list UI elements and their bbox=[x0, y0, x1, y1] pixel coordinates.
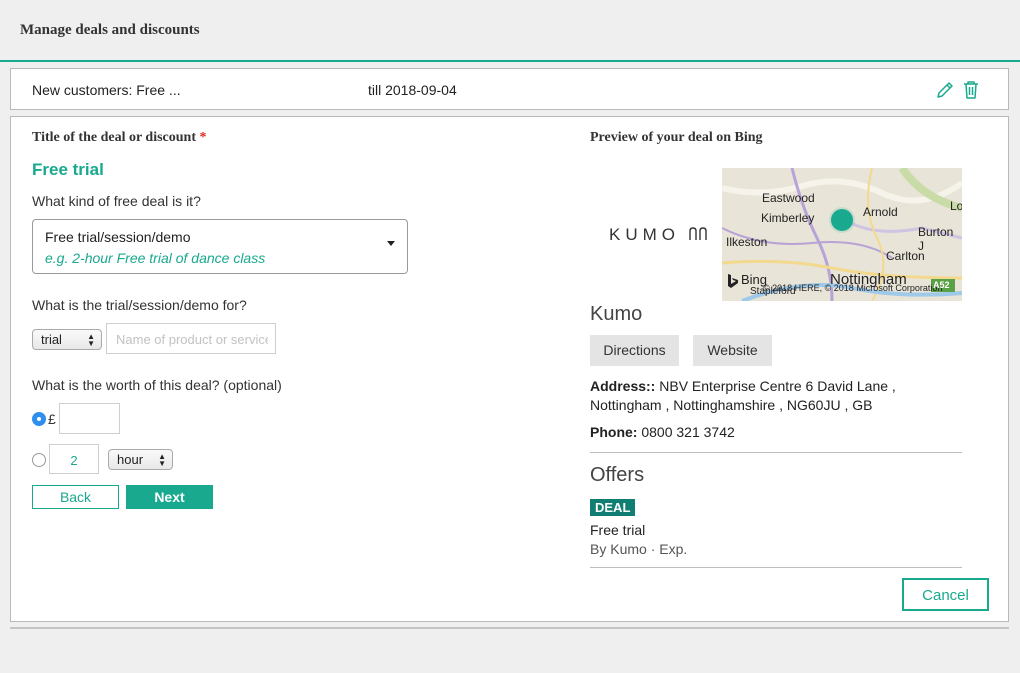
business-name: Kumo bbox=[590, 303, 643, 325]
duration-unit-value: hour bbox=[117, 452, 144, 467]
logo-mark-icon bbox=[689, 227, 707, 240]
trash-icon[interactable] bbox=[962, 80, 980, 100]
worth-currency-radio[interactable] bbox=[32, 412, 46, 426]
website-button[interactable]: Website bbox=[693, 335, 772, 366]
phone-label: Phone: bbox=[590, 424, 638, 440]
phone-value: 0800 321 3742 bbox=[641, 424, 735, 440]
deal-kind-hint: e.g. 2-hour Free trial of dance class bbox=[45, 250, 266, 266]
map-place-label: Kimberley bbox=[761, 211, 815, 225]
deal-row-expiry: till 2018-09-04 bbox=[368, 82, 457, 98]
product-name-input[interactable]: Name of product or service bbox=[106, 323, 276, 354]
offer-title: Free trial bbox=[590, 522, 646, 538]
bing-logo-icon bbox=[728, 274, 738, 288]
back-button[interactable]: Back bbox=[32, 485, 119, 509]
deal-kind-select[interactable]: Free trial/session/demo e.g. 2-hour Free… bbox=[32, 219, 408, 274]
road-label: A52 bbox=[933, 280, 950, 290]
cancel-button[interactable]: Cancel bbox=[902, 578, 989, 611]
deal-list-row[interactable]: New customers: Free ... till 2018-09-04 bbox=[10, 68, 1009, 110]
duration-input[interactable]: 2 bbox=[49, 444, 99, 474]
pencil-icon[interactable] bbox=[935, 80, 955, 100]
location-map[interactable]: Eastwood Kimberley Arnold Lo Ilkeston Bu… bbox=[722, 168, 962, 301]
worth-duration-radio[interactable] bbox=[32, 453, 46, 467]
page-title: Manage deals and discounts bbox=[20, 22, 200, 38]
map-place-label: Arnold bbox=[863, 205, 898, 219]
divider bbox=[590, 567, 962, 568]
deal-row-name: New customers: Free ... bbox=[32, 82, 181, 98]
map-place-label: Eastwood bbox=[762, 191, 815, 205]
deal-worth-question: What is the worth of this deal? (optiona… bbox=[32, 377, 282, 393]
title-field-label: Title of the deal or discount * bbox=[32, 130, 207, 145]
preview-title: Preview of your deal on Bing bbox=[590, 130, 763, 145]
next-button[interactable]: Next bbox=[126, 485, 213, 509]
deal-badge: DEAL bbox=[590, 499, 636, 516]
caret-down-icon bbox=[387, 241, 395, 246]
map-place-label: Lo bbox=[950, 199, 962, 213]
updown-arrows-icon: ▲ ▼ bbox=[158, 452, 166, 468]
duration-value: 2 bbox=[70, 453, 78, 468]
brand-logo: KUMO bbox=[609, 225, 708, 245]
product-name-placeholder: Name of product or service bbox=[116, 332, 268, 347]
divider bbox=[590, 452, 962, 453]
currency-symbol: £ bbox=[48, 411, 56, 427]
trial-type-select[interactable]: trial ▲ ▼ bbox=[32, 329, 102, 350]
trial-type-value: trial bbox=[41, 332, 62, 347]
deal-kind-selected: Free trial/session/demo bbox=[45, 229, 191, 245]
deal-editor-panel: Title of the deal or discount * Free tri… bbox=[10, 116, 1009, 622]
offer-meta: By Kumo · Exp. bbox=[590, 541, 688, 557]
address-label: Address:: bbox=[590, 378, 656, 394]
updown-arrows-icon: ▲ ▼ bbox=[87, 332, 95, 348]
duration-unit-select[interactable]: hour ▲ ▼ bbox=[108, 449, 173, 470]
trial-for-question: What is the trial/session/demo for? bbox=[32, 297, 247, 313]
business-phone: Phone: 0800 321 3742 bbox=[590, 424, 735, 440]
deal-title-value: Free trial bbox=[32, 160, 104, 179]
required-asterisk: * bbox=[199, 130, 207, 145]
worth-amount-input[interactable] bbox=[59, 403, 120, 434]
brand-logo-text: KUMO bbox=[609, 225, 680, 244]
map-place-label: Carlton bbox=[886, 249, 925, 263]
business-address: Address:: NBV Enterprise Centre 6 David … bbox=[590, 377, 970, 415]
offers-heading: Offers bbox=[590, 464, 645, 486]
bottom-divider bbox=[10, 627, 1009, 629]
map-pin-icon bbox=[829, 207, 855, 233]
map-place-label: Ilkeston bbox=[726, 235, 768, 249]
header-bar: Manage deals and discounts bbox=[0, 0, 1020, 62]
map-copyright: © 2018 HERE, © 2018 Microsoft Corporatio… bbox=[763, 283, 943, 293]
directions-button[interactable]: Directions bbox=[590, 335, 679, 366]
deal-kind-question: What kind of free deal is it? bbox=[32, 193, 201, 209]
